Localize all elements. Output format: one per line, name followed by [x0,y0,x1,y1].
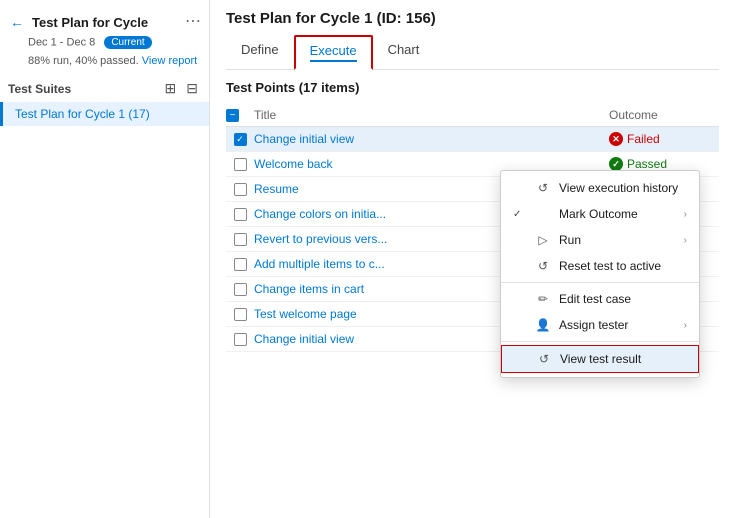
row-checkbox[interactable] [226,258,254,271]
tabs-bar: Define Execute Chart [226,35,719,70]
sidebar-header: ← Test Plan for Cycle ⋯ [0,8,209,34]
sidebar: ← Test Plan for Cycle ⋯ Dec 1 - Dec 8 Cu… [0,0,210,518]
menu-label: Edit test case [559,292,687,306]
menu-check-icon: ✓ [513,209,527,220]
suites-header: Test Suites ⊞ ⊟ [0,71,209,102]
sidebar-stats: 88% run, 40% passed. View report [0,53,209,71]
collapse-suite-button[interactable]: ⊟ [183,79,201,98]
col-title-header: Title [254,108,609,122]
row-checkbox[interactable] [226,333,254,346]
menu-label: Assign tester [559,318,676,332]
menu-item-assign-tester[interactable]: 👤 Assign tester › [501,312,699,338]
menu-label: Reset test to active [559,259,687,273]
table-row[interactable]: Change initial view✕ Failed [226,127,719,152]
main-header: Test Plan for Cycle 1 (ID: 156) Define E… [210,0,735,70]
sidebar-title: Test Plan for Cycle [32,15,179,30]
checkbox-input[interactable] [234,333,247,346]
suite-item[interactable]: Test Plan for Cycle 1 (17) [0,102,209,126]
checkbox-input[interactable] [234,308,247,321]
outcome-label: Failed [627,132,660,146]
outcome-label: Passed [627,157,667,171]
sidebar-meta-dates: Dec 1 - Dec 8 Current [0,34,209,53]
menu-icon: 👤 [535,318,551,332]
col-outcome-header: Outcome [609,108,719,122]
checkbox-input[interactable] [234,283,247,296]
checkbox-input[interactable] [234,233,247,246]
tab-define[interactable]: Define [226,35,294,70]
menu-divider [501,282,699,283]
outcome-icon: ✕ [609,132,623,146]
more-button[interactable]: ⋯ [185,14,201,30]
row-outcome: ✓ Passed [609,157,719,171]
suites-label: Test Suites [8,82,158,96]
menu-label: Mark Outcome [559,207,676,221]
menu-icon: ↺ [535,181,551,195]
row-checkbox[interactable] [226,233,254,246]
menu-item-view-test-result[interactable]: ↺ View test result [501,345,699,373]
checkbox-input[interactable] [234,258,247,271]
menu-arrow-icon: › [684,209,687,220]
current-badge: Current [104,36,151,49]
menu-label: Run [559,233,676,247]
main-panel: Test Plan for Cycle 1 (ID: 156) Define E… [210,0,735,518]
menu-icon: ▷ [535,233,551,247]
context-menu: ↺ View execution history ✓ Mark Outcome › ▷ Ru… [500,170,700,378]
row-title[interactable]: Change initial view [254,132,609,146]
sidebar-dates: Dec 1 - Dec 8 [28,36,95,48]
row-checkbox[interactable] [226,158,254,171]
row-checkbox[interactable] [226,208,254,221]
menu-item-edit-test-case[interactable]: ✏ Edit test case [501,286,699,312]
menu-arrow-icon: › [684,320,687,331]
view-report-link[interactable]: View report [142,55,197,67]
row-title[interactable]: Welcome back [254,157,609,171]
row-checkbox[interactable] [226,133,254,146]
row-checkbox[interactable] [226,183,254,196]
checkbox-input[interactable] [234,158,247,171]
menu-label: View test result [560,352,686,366]
tab-chart[interactable]: Chart [373,35,435,70]
menu-label: View execution history [559,181,687,195]
main-title: Test Plan for Cycle 1 (ID: 156) [226,10,719,27]
menu-divider [501,341,699,342]
row-checkbox[interactable] [226,308,254,321]
back-button[interactable]: ← [8,14,26,30]
row-checkbox[interactable] [226,283,254,296]
menu-arrow-icon: › [684,235,687,246]
checkbox-input[interactable] [234,133,247,146]
expand-suite-button[interactable]: ⊞ [162,79,180,98]
checkbox-input[interactable] [234,183,247,196]
row-outcome: ✕ Failed [609,132,719,146]
menu-icon: ✏ [535,292,551,306]
tab-execute[interactable]: Execute [294,35,373,70]
menu-icon: ↺ [535,259,551,273]
checkbox-input[interactable] [234,208,247,221]
menu-item-run[interactable]: ▷ Run › [501,227,699,253]
outcome-icon: ✓ [609,157,623,171]
sidebar-stats-text: 88% run, 40% passed. [28,55,139,67]
content-area: Test Points (17 items) Title Outcome Cha… [210,70,735,518]
section-title: Test Points (17 items) [226,80,719,95]
table-header: Title Outcome [226,103,719,127]
menu-icon: ↺ [536,352,552,366]
menu-item-view-execution-history[interactable]: ↺ View execution history [501,175,699,201]
menu-item-mark-outcome[interactable]: ✓ Mark Outcome › [501,201,699,227]
menu-item-reset-test[interactable]: ↺ Reset test to active [501,253,699,279]
select-all-checkbox[interactable] [226,109,239,122]
